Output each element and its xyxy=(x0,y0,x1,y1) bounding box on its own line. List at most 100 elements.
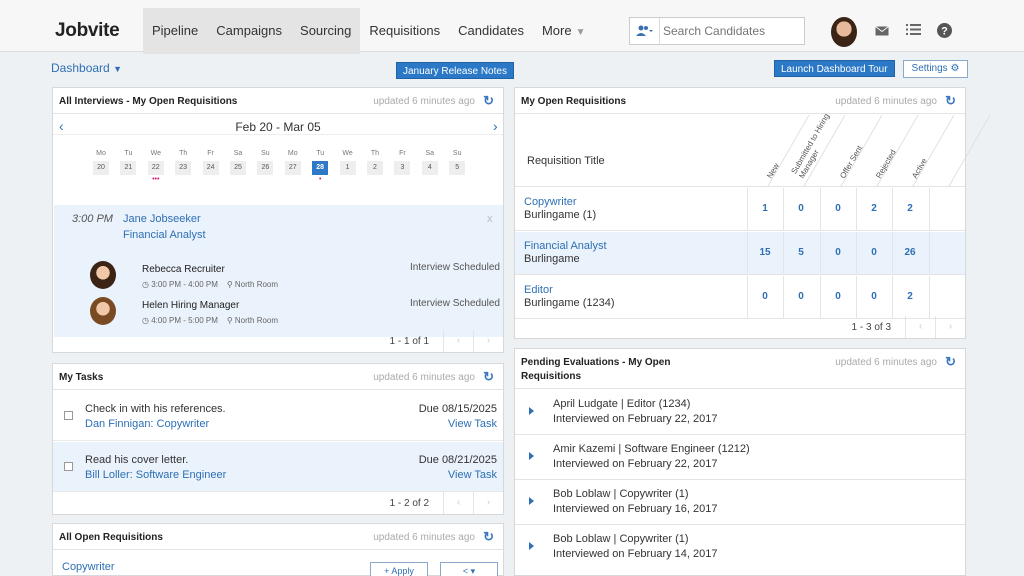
expand-arrow-icon[interactable] xyxy=(529,497,534,505)
refresh-icon[interactable]: ↻ xyxy=(483,529,494,545)
pager-next-icon[interactable]: › xyxy=(473,492,503,514)
role-link[interactable]: Financial Analyst xyxy=(123,229,206,241)
calendar-day[interactable]: Th 2 xyxy=(367,150,383,175)
settings-button[interactable]: Settings ⚙ xyxy=(903,60,968,78)
req-row: Editor Burlingame (1234) 0 0 0 0 2 xyxy=(515,276,965,319)
calendar-day[interactable]: Su 5 xyxy=(449,150,466,175)
view-task-link[interactable]: View Task xyxy=(448,469,497,481)
req-count-rejected[interactable]: 0 xyxy=(856,247,892,258)
req-count-active[interactable]: 2 xyxy=(892,203,928,214)
calendar-next-arrow[interactable]: › xyxy=(493,118,498,134)
req-name-link[interactable]: Financial Analyst xyxy=(524,240,607,252)
interviews-header: All Interviews - My Open Requisitions up… xyxy=(53,88,503,114)
day-name: We xyxy=(150,150,161,157)
req-count-submitted[interactable]: 5 xyxy=(783,247,819,258)
task-candidate-link[interactable]: Bill Loller: Software Engineer xyxy=(85,469,226,481)
refresh-icon[interactable]: ↻ xyxy=(483,93,494,109)
share-dropdown[interactable]: < ▾ xyxy=(440,562,498,576)
interviews-panel: All Interviews - My Open Requisitions up… xyxy=(52,87,504,353)
req-count-offer[interactable]: 0 xyxy=(820,291,856,302)
view-task-link[interactable]: View Task xyxy=(448,418,497,430)
calendar-day[interactable]: We 1 xyxy=(339,150,356,175)
release-notes-button[interactable]: January Release Notes xyxy=(396,62,514,79)
close-icon[interactable]: x xyxy=(487,213,493,225)
calendar-day-selected[interactable]: Tu 28 • xyxy=(312,150,329,183)
expand-arrow-icon[interactable] xyxy=(529,542,534,550)
refresh-icon[interactable]: ↻ xyxy=(483,369,494,385)
req-count-new[interactable]: 1 xyxy=(747,203,783,214)
evaluation-date: Interviewed on February 14, 2017 xyxy=(553,548,718,560)
calendar-day[interactable]: Fr 24 xyxy=(202,150,219,175)
pager-prev-icon[interactable]: ‹ xyxy=(443,330,473,352)
people-filter-icon[interactable] xyxy=(630,18,660,44)
req-count-rejected[interactable]: 2 xyxy=(856,203,892,214)
nav-candidates[interactable]: Candidates xyxy=(449,8,533,54)
evaluation-row[interactable]: Amir Kazemi | Software Engineer (1212) I… xyxy=(515,435,965,480)
expand-arrow-icon[interactable] xyxy=(529,452,534,460)
day-name: Su xyxy=(452,150,462,157)
expand-arrow-icon[interactable] xyxy=(529,407,534,415)
calendar-day[interactable]: We 22 ••• xyxy=(147,150,164,183)
evaluation-row[interactable]: Bob Loblaw | Copywriter (1) Interviewed … xyxy=(515,525,965,570)
list-icon[interactable] xyxy=(906,23,921,39)
req-name-link[interactable]: Editor xyxy=(524,284,553,296)
nav-pipeline[interactable]: Pipeline xyxy=(143,8,208,54)
req-count-active[interactable]: 26 xyxy=(892,247,928,258)
task-checkbox[interactable] xyxy=(64,462,73,471)
refresh-icon[interactable]: ↻ xyxy=(945,93,956,109)
task-candidate-link[interactable]: Dan Finnigan: Copywriter xyxy=(85,418,209,430)
apply-button[interactable]: + Apply xyxy=(370,562,428,576)
search-input[interactable] xyxy=(660,24,800,38)
req-count-active[interactable]: 2 xyxy=(892,291,928,302)
evaluations-panel: Pending Evaluations - My Open Requisitio… xyxy=(514,348,966,576)
req-location: Burlingame xyxy=(524,253,580,265)
pager-prev-icon[interactable]: ‹ xyxy=(905,316,935,338)
req-link[interactable]: Copywriter xyxy=(62,561,115,573)
nav-more[interactable]: More ▼ xyxy=(533,8,595,54)
evaluation-row[interactable]: Bob Loblaw | Copywriter (1) Interviewed … xyxy=(515,480,965,525)
day-number: 2 xyxy=(367,161,383,175)
req-count-new[interactable]: 0 xyxy=(747,291,783,302)
interview-card: 3:00 PM Jane Jobseeker Financial Analyst… xyxy=(54,205,503,337)
pager-next-icon[interactable]: › xyxy=(473,330,503,352)
calendar-day[interactable]: Su 26 xyxy=(257,150,274,175)
nav-sourcing[interactable]: Sourcing xyxy=(291,8,361,54)
day-name: Tu xyxy=(316,150,325,157)
calendar-day[interactable]: Fr 3 xyxy=(394,150,411,175)
day-name: Th xyxy=(370,150,380,157)
candidate-link[interactable]: Jane Jobseeker xyxy=(123,213,201,225)
req-count-offer[interactable]: 0 xyxy=(820,247,856,258)
refresh-icon[interactable]: ↻ xyxy=(945,354,956,370)
req-count-offer[interactable]: 0 xyxy=(820,203,856,214)
main-nav: Pipeline Campaigns Sourcing Requisitions… xyxy=(143,8,594,54)
user-avatar[interactable] xyxy=(831,17,857,47)
nav-campaigns[interactable]: Campaigns xyxy=(207,8,292,54)
tasks-title: My Tasks xyxy=(59,372,104,383)
help-icon[interactable]: ? xyxy=(937,23,952,41)
req-count-submitted[interactable]: 0 xyxy=(783,291,819,302)
task-checkbox[interactable] xyxy=(64,411,73,420)
calendar-day[interactable]: Mo 27 xyxy=(284,150,301,175)
pager-prev-icon[interactable]: ‹ xyxy=(443,492,473,514)
req-count-submitted[interactable]: 0 xyxy=(783,203,819,214)
calendar-day[interactable]: Sa 4 xyxy=(421,150,438,175)
dashboard-dropdown[interactable]: Dashboard ▼ xyxy=(51,61,122,75)
nav-requisitions[interactable]: Requisitions xyxy=(360,8,449,54)
jobvite-logo[interactable]: Jobvite xyxy=(55,20,120,42)
evaluation-candidate: April Ludgate | Editor (1234) xyxy=(553,398,691,410)
evaluation-row[interactable]: April Ludgate | Editor (1234) Interviewe… xyxy=(515,390,965,435)
calendar-day[interactable]: Sa 25 xyxy=(230,150,246,175)
req-count-rejected[interactable]: 0 xyxy=(856,291,892,302)
calendar-day[interactable]: Th 23 xyxy=(175,150,192,175)
pager-next-icon[interactable]: › xyxy=(935,316,965,338)
calendar-day[interactable]: Tu 21 xyxy=(120,150,137,175)
req-name-link[interactable]: Copywriter xyxy=(524,196,577,208)
calendar-range: Feb 20 - Mar 05 xyxy=(235,120,321,134)
calendar-day[interactable]: Mo 20 xyxy=(93,150,109,175)
launch-tour-button[interactable]: Launch Dashboard Tour xyxy=(774,60,895,77)
evaluation-candidate: Bob Loblaw | Copywriter (1) xyxy=(553,488,689,500)
avatar xyxy=(90,297,116,325)
my-reqs-header: My Open Requisitions updated 6 minutes a… xyxy=(515,88,965,114)
mail-icon[interactable] xyxy=(875,24,889,39)
req-count-new[interactable]: 15 xyxy=(747,247,783,258)
